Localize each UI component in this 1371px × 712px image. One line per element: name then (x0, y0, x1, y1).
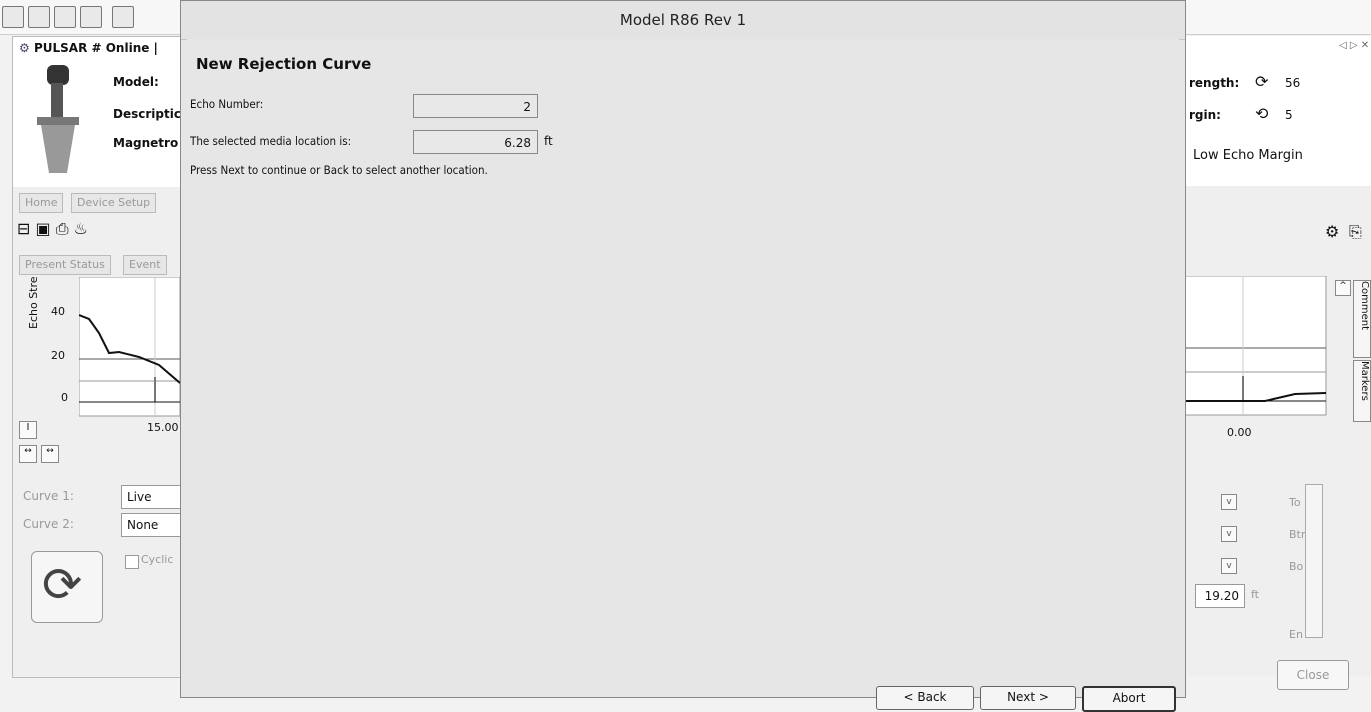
zoom-vertical-icon[interactable]: I (19, 421, 37, 439)
echo-number-label: Echo Number: (190, 97, 264, 111)
save-icon[interactable] (54, 6, 76, 28)
tab-event[interactable]: Event (123, 255, 167, 275)
side-label: To (1289, 496, 1301, 509)
device-panel-right: ◁ ▷ ✕ rength: ⟳ 56 rgin: ⟲ 5 Low Echo Ma… (1184, 36, 1371, 690)
layout-icon[interactable]: ⊟ (17, 219, 30, 238)
margin-label: rgin: (1189, 108, 1221, 122)
zoom-both-icon[interactable]: ↔ (19, 445, 37, 463)
zoom-horizontal-icon[interactable]: ↔ (41, 445, 59, 463)
export-icon[interactable]: ⎘ (1349, 222, 1362, 242)
curve1-label: Curve 1: (23, 489, 74, 503)
distance-unit: ft (1251, 588, 1259, 601)
strength-label: rength: (1189, 76, 1240, 90)
copy-icon[interactable] (112, 6, 134, 28)
margin-value: 5 (1285, 108, 1293, 122)
tab-comment[interactable]: Comment (1353, 280, 1371, 358)
chevron-down-icon[interactable]: v (1221, 558, 1237, 574)
print-icon[interactable] (80, 6, 102, 28)
chart-toolbar: ⊟ ▣ ⎙ ♨ (17, 219, 177, 245)
rejection-curve-dialog: Model R86 Rev 1 (180, 0, 1186, 698)
save-icon[interactable]: ▣ (36, 219, 51, 238)
back-button[interactable]: < Back (876, 686, 974, 710)
tab-device-setup[interactable]: Device Setup (71, 193, 157, 213)
echo-info: ◁ ▷ ✕ rength: ⟳ 56 rgin: ⟲ 5 Low Echo Ma… (1185, 36, 1371, 186)
scroll-up-icon[interactable]: ^ (1335, 280, 1351, 296)
new-icon[interactable] (2, 6, 24, 28)
y-tick: 40 (51, 305, 65, 318)
instructions-text: Press Next to continue or Back to select… (190, 163, 488, 177)
strength-icon: ⟳ (1255, 72, 1269, 91)
side-label: Btr (1289, 528, 1306, 541)
chevron-down-icon[interactable]: v (1221, 526, 1237, 542)
echo-chart-left (79, 277, 181, 417)
chevron-down-icon[interactable]: v (1221, 494, 1237, 510)
tab-markers[interactable]: Markers (1353, 360, 1371, 422)
media-location-unit: ft (544, 134, 553, 148)
tab-present-status[interactable]: Present Status (19, 255, 111, 275)
dialog-heading: New Rejection Curve (196, 55, 372, 73)
refresh-icon: ⟳ (42, 557, 83, 613)
nav-arrows-icon[interactable]: ◁ ▷ ✕ (1339, 40, 1369, 51)
device-title: ⚙ PULSAR # Online | (19, 41, 158, 55)
dialog-title: Model R86 Rev 1 (181, 1, 1185, 40)
side-label: Bo (1289, 560, 1304, 573)
print-icon[interactable]: ⎙ (56, 219, 69, 238)
media-location-value: 6.28 (413, 130, 538, 154)
device-icon: ⚙ (19, 41, 30, 55)
low-echo-label: Low Echo Margin (1193, 148, 1303, 163)
tab-home[interactable]: Home (19, 193, 64, 213)
device-info: ⚙ PULSAR # Online | Model: Descriptic Ma… (13, 37, 181, 187)
x-tick: 0.00 (1227, 426, 1252, 439)
signal-icon[interactable]: ♨ (74, 219, 88, 238)
magnetrol-label: Magnetro (113, 136, 179, 150)
echo-chart-right (1185, 276, 1327, 416)
margin-icon: ⟲ (1255, 104, 1269, 123)
y-tick: 20 (51, 349, 65, 362)
description-label: Descriptic (113, 107, 181, 121)
help-icon[interactable]: ⚙ (1325, 222, 1339, 241)
model-label: Model: (113, 75, 159, 89)
distance-field[interactable]: 19.20 (1195, 584, 1245, 608)
chart-ylabel: Echo Stre (27, 276, 40, 329)
x-tick: 15.00 (147, 421, 179, 434)
media-location-label: The selected media location is: (190, 134, 352, 148)
radar-device-icon (37, 65, 79, 173)
abort-button[interactable]: Abort (1082, 686, 1176, 712)
vertical-scrollbar[interactable] (1305, 484, 1323, 638)
next-button[interactable]: Next > (980, 686, 1076, 710)
echo-number-value: 2 (413, 94, 538, 118)
close-button[interactable]: Close (1277, 660, 1349, 690)
open-icon[interactable] (28, 6, 50, 28)
cyclic-label: Cyclic (141, 553, 174, 566)
y-tick: 0 (61, 391, 68, 404)
strength-value: 56 (1285, 76, 1301, 90)
side-label: En (1289, 628, 1303, 641)
device-panel-left: ⚙ PULSAR # Online | Model: Descriptic Ma… (12, 36, 193, 678)
refresh-button[interactable]: ⟳ (31, 551, 103, 623)
curve2-label: Curve 2: (23, 517, 74, 531)
cyclic-checkbox[interactable] (125, 555, 139, 569)
